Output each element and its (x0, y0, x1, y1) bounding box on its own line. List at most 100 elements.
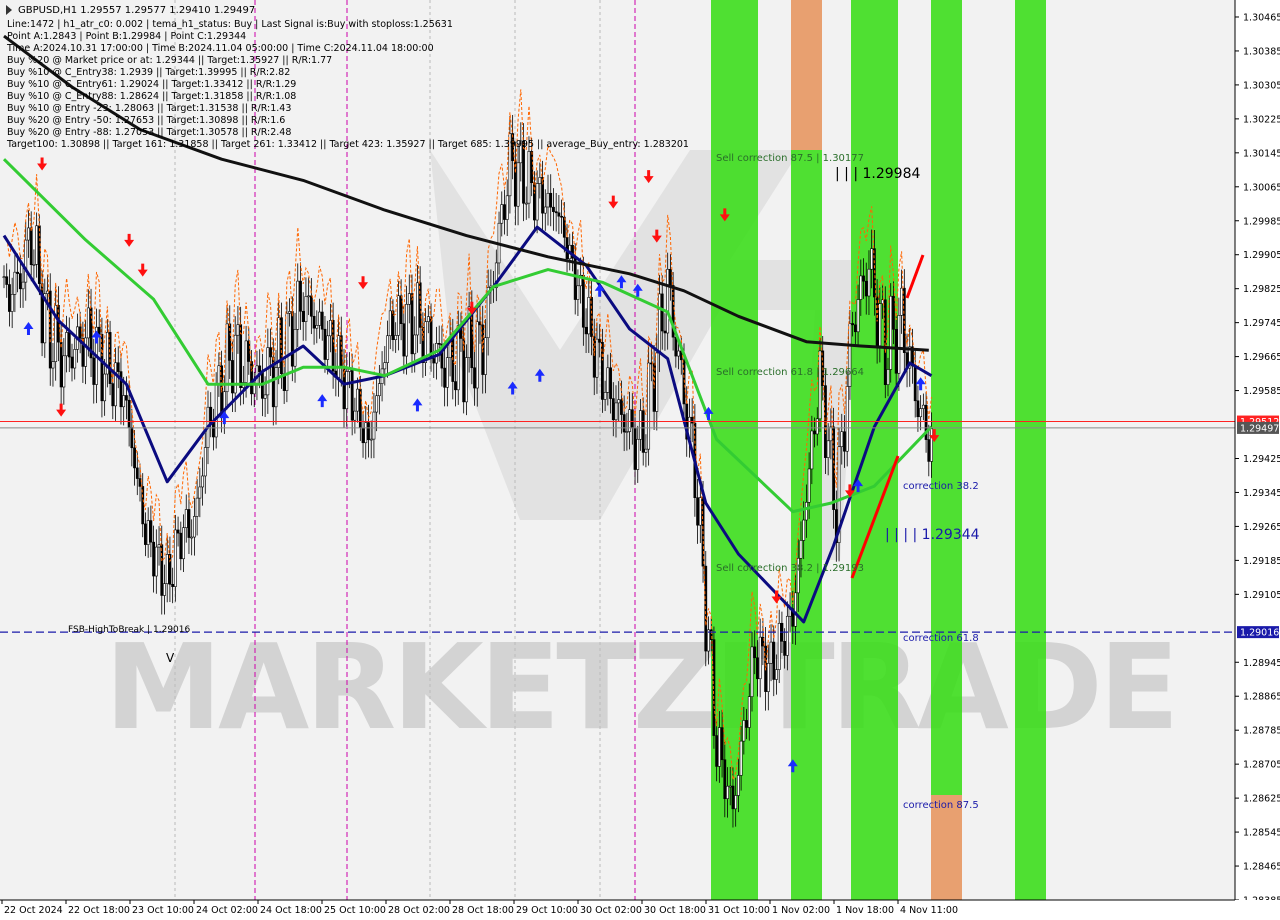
candle-body (785, 615, 789, 656)
candle-body (731, 785, 735, 810)
current-price-label: 1.29497 (1240, 423, 1279, 434)
candle-body (361, 427, 365, 444)
y-tick-label: 1.29745 (1243, 318, 1280, 329)
info-line: Target100: 1.30898 || Target 161: 1.3185… (6, 139, 689, 150)
candle-body (769, 641, 773, 664)
candle-body (290, 311, 294, 367)
candle-body (301, 310, 305, 322)
candle-body (388, 310, 392, 337)
candle-body (309, 295, 313, 317)
candle-body (546, 192, 550, 208)
candle-body (595, 338, 599, 378)
candle-body (445, 357, 449, 388)
candle-body (133, 447, 136, 469)
candle-body (214, 383, 218, 438)
candle-body (51, 361, 55, 369)
sell-correction-382: Sell correction 38.2 | 1.29193 (716, 563, 864, 574)
candle-body (24, 239, 28, 283)
candle-body (367, 422, 370, 441)
candle-body (10, 293, 14, 312)
candle-body (516, 162, 520, 207)
candle-body (636, 438, 640, 470)
candle-body (125, 395, 128, 401)
candle-body (897, 314, 901, 374)
candle-body (853, 324, 857, 333)
point-c-label: | | | | 1.29344 (885, 527, 980, 543)
candle-body (364, 422, 368, 444)
candle-body (503, 204, 506, 220)
candle-body (777, 622, 781, 670)
candle-body (930, 428, 933, 462)
session-band (851, 0, 898, 900)
candle-body (396, 295, 400, 336)
sell-correction-875: Sell correction 87.5 | 1.30177 (716, 153, 864, 164)
candle-body (337, 335, 340, 378)
candle-body (799, 540, 803, 559)
candle-body (171, 583, 175, 587)
candle-body (203, 447, 207, 477)
candle-body (21, 281, 25, 290)
candle-body (538, 177, 542, 184)
candle-body (165, 554, 169, 584)
candle-body (677, 350, 680, 357)
x-tick-label: 29 Oct 10:00 (516, 905, 578, 916)
candle-body (726, 785, 729, 799)
point-b-label: | | | 1.29984 (835, 166, 920, 182)
candle-body (13, 271, 17, 295)
candle-body (35, 225, 39, 265)
candle-body (630, 409, 634, 429)
y-tick-label: 1.29585 (1243, 386, 1280, 397)
y-tick-label: 1.28465 (1243, 862, 1280, 873)
candle-body (927, 439, 931, 462)
candle-body (244, 340, 248, 383)
candle-body (766, 663, 770, 692)
info-line: Buy %10 @ C_Entry88: 1.28624 || Target:1… (7, 91, 296, 102)
candle-body (625, 431, 629, 433)
candle-body (212, 421, 215, 438)
candle-body (195, 497, 199, 517)
y-tick-label: 1.30385 (1243, 46, 1280, 57)
candle-body (152, 541, 156, 577)
candle-body (753, 646, 757, 659)
y-tick-label: 1.30305 (1243, 80, 1280, 91)
candle-body (587, 297, 591, 335)
candle-body (524, 202, 528, 205)
candle-body (73, 349, 77, 369)
candle-body (484, 337, 487, 375)
candle-body (690, 416, 694, 424)
candle-body (658, 293, 661, 354)
info-line: Buy %20 @ Entry -50: 1.27653 || Target:1… (7, 115, 285, 126)
candle-body (742, 720, 746, 742)
candle-body (312, 315, 316, 329)
candle-body (707, 629, 710, 652)
candle-body (878, 303, 882, 347)
candle-body (513, 160, 517, 207)
candle-body (772, 641, 776, 680)
candle-body (464, 357, 468, 403)
candle-body (734, 795, 738, 810)
candle-body (32, 264, 36, 266)
candle-body (851, 323, 855, 326)
candle-body (266, 347, 270, 396)
info-line: Buy %10 @ C_Entry38: 1.2939 || Target:1.… (7, 67, 290, 78)
candle-body (59, 341, 63, 388)
candle-body (258, 365, 262, 372)
candle-body (432, 358, 436, 364)
candle-body (717, 727, 721, 767)
candle-body (739, 740, 743, 776)
v-marker-icon: V (166, 651, 175, 665)
candle-body (611, 398, 615, 421)
candle-body (894, 329, 898, 374)
candle-body (913, 365, 917, 402)
x-tick-label: 22 Oct 2024 (4, 905, 63, 916)
candle-body (576, 285, 580, 300)
session-band (931, 0, 962, 900)
candle-body (715, 735, 719, 767)
info-line: Buy %10 @ C_Entry61: 1.29024 || Target:1… (7, 79, 296, 90)
info-line: Buy %20 @ Market price or at: 1.29344 ||… (7, 55, 332, 66)
y-tick-label: 1.29425 (1243, 454, 1280, 465)
info-line: Point A:1.2843 | Point B:1.29984 | Point… (7, 31, 246, 42)
candle-body (573, 257, 577, 300)
info-line: Time A:2024.10.31 17:00:00 | Time B:2024… (6, 43, 434, 54)
price-chart[interactable]: MARKETZITRADE Sell correction 87.5 | 1.3… (0, 0, 1280, 920)
